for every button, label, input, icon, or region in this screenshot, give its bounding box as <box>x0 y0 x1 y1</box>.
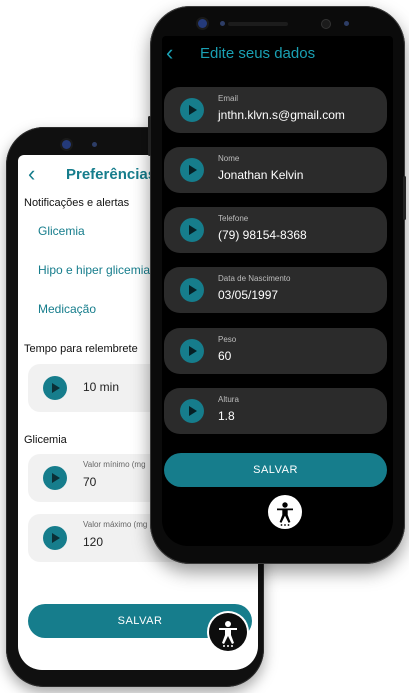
play-icon[interactable] <box>43 466 67 490</box>
play-icon[interactable] <box>43 526 67 550</box>
field-label: Email <box>218 94 239 103</box>
menu-item-medicacao[interactable]: Medicação <box>38 302 96 316</box>
menu-item-glicemia[interactable]: Glicemia <box>38 224 85 238</box>
field-label: Peso <box>218 335 237 344</box>
page-title: Preferências <box>66 166 157 183</box>
sensor-dot <box>344 21 349 26</box>
volume-button <box>148 116 151 156</box>
reminder-value: 10 min <box>83 380 120 394</box>
field-value: (79) 98154-8368 <box>218 228 307 242</box>
speaker-grille <box>228 22 288 26</box>
weight-field[interactable]: Peso 60 <box>164 328 387 374</box>
glycemia-section-title: Glicemia <box>24 434 67 446</box>
notifications-section-title: Notificações e alertas <box>24 197 130 209</box>
accessibility-icon <box>277 502 293 526</box>
sensor-dot <box>92 142 97 147</box>
field-value: 70 <box>83 475 97 489</box>
field-value: 60 <box>218 349 232 363</box>
play-icon[interactable] <box>180 339 204 363</box>
field-value: jnthn.klvn.s@gmail.com <box>218 108 345 122</box>
chevron-left-icon[interactable]: ‹ <box>28 163 35 185</box>
field-label: Telefone <box>218 214 249 223</box>
field-label: Data de Nascimento <box>218 274 291 283</box>
field-value: 03/05/1997 <box>218 288 279 302</box>
play-icon[interactable] <box>180 399 204 423</box>
edit-data-screen: ‹ Edite seus dados Email jnthn.klvn.s@gm… <box>162 36 393 546</box>
front-camera <box>62 140 71 149</box>
play-icon[interactable] <box>43 376 67 400</box>
field-label: Altura <box>218 395 239 404</box>
field-label: Valor mínimo (mg <box>83 460 146 469</box>
edit-data-phone: ‹ Edite seus dados Email jnthn.klvn.s@gm… <box>148 6 406 564</box>
accessibility-icon <box>219 621 237 647</box>
email-field[interactable]: Email jnthn.klvn.s@gmail.com <box>164 87 387 133</box>
name-field[interactable]: Nome Jonathan Kelvin <box>164 147 387 193</box>
field-label: Nome <box>218 154 240 163</box>
save-button[interactable]: SALVAR <box>164 453 387 487</box>
reminder-section-title: Tempo para relembrete <box>24 343 138 355</box>
play-icon[interactable] <box>180 218 204 242</box>
play-icon[interactable] <box>180 158 204 182</box>
accessibility-button[interactable] <box>209 613 247 651</box>
accessibility-button[interactable] <box>268 495 302 529</box>
birthdate-field[interactable]: Data de Nascimento 03/05/1997 <box>164 267 387 313</box>
field-value: 1.8 <box>218 409 235 423</box>
play-icon[interactable] <box>180 278 204 302</box>
page-title: Edite seus dados <box>200 45 316 62</box>
sensor-dot <box>220 21 225 26</box>
power-button <box>403 176 406 220</box>
chevron-left-icon[interactable]: ‹ <box>166 42 173 64</box>
field-label: Valor máximo (mg <box>83 520 148 529</box>
field-value: Jonathan Kelvin <box>218 168 304 182</box>
front-camera <box>198 19 207 28</box>
height-field[interactable]: Altura 1.8 <box>164 388 387 434</box>
play-icon[interactable] <box>180 98 204 122</box>
sensor-dot <box>322 20 330 28</box>
phone-field[interactable]: Telefone (79) 98154-8368 <box>164 207 387 253</box>
menu-item-hipo-hiper[interactable]: Hipo e hiper glicemia <box>38 263 150 277</box>
field-value: 120 <box>83 535 104 549</box>
